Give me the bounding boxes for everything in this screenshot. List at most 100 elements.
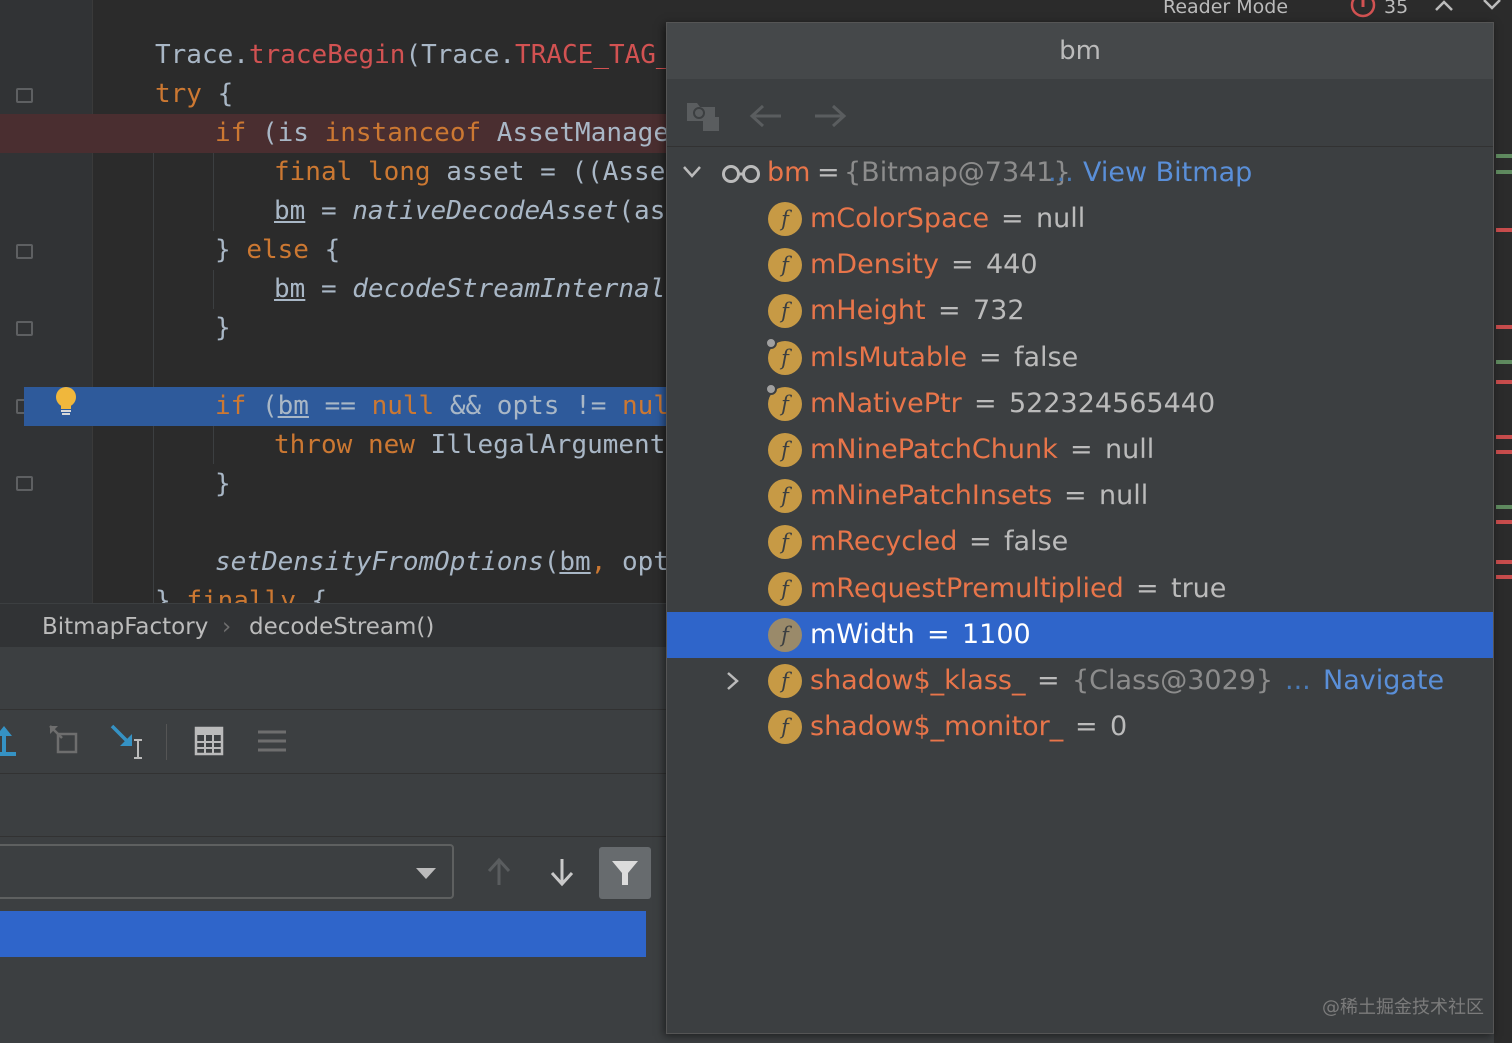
field-row[interactable]: f mNativePtr = 522324565440 [667,381,1493,427]
code-token: nativeDecodeAsset [352,196,619,226]
trace-stream-icon[interactable] [256,726,288,756]
chevron-up-icon[interactable] [1434,0,1454,12]
debug-sub-header [0,774,666,837]
chevron-down-icon[interactable] [1482,0,1502,12]
field-equals: = [1001,203,1024,234]
code-token: , [590,547,623,577]
field-value: 522324565440 [1009,387,1216,419]
field-row[interactable]: f shadow$_klass_ = {Class@3029}... Navigate [667,658,1493,704]
navigate-link[interactable]: Navigate [1323,658,1444,704]
final-marker-icon [765,382,777,395]
code-token: && opts != [434,391,623,421]
field-row[interactable]: f mNinePatchInsets = null [667,473,1493,519]
code-text: } finally { [155,582,327,603]
watermark: @稀土掘金技术社区 [1322,997,1484,1018]
popup-title[interactable]: bm [667,23,1493,79]
watch-glasses-icon [722,165,760,183]
field-name: mWidth [810,618,915,650]
code-token: } [215,469,231,499]
code-text: setDensityFromOptions(bm, opts) [215,543,700,582]
field-equals: = [1037,665,1060,696]
code-token: bm [274,274,306,304]
arrow-up-icon[interactable] [486,857,512,887]
field-row[interactable]: f mHeight = 732 [667,288,1493,334]
code-token: null [371,391,435,421]
breadcrumb-class[interactable]: BitmapFactory [42,614,208,640]
code-text: if (bm == null && opts != null [215,387,685,426]
code-text: bm = decodeStreamInternal(i [274,270,697,309]
variable-inspector-popup[interactable]: bm bm = {Bitmap@7341} ... View Bitmap f … [666,22,1494,1034]
field-row[interactable]: f mWidth = 1100 [667,611,1493,658]
field-row[interactable]: f mDensity = 440 [667,242,1493,288]
tree-root-row[interactable]: bm = {Bitmap@7341} ... View Bitmap [667,150,1493,196]
field-name: mRequestPremultiplied [810,572,1124,604]
step-out-icon[interactable] [0,724,20,760]
field-icon: f [768,294,802,329]
lightbulb-icon[interactable] [55,386,77,416]
field-icon: f [768,664,802,698]
field-row[interactable]: f mRecycled = false [667,519,1493,565]
forward-arrow-icon[interactable] [813,103,847,129]
code-token: == [308,391,372,421]
field-icon: f [768,433,802,467]
field-name: shadow$_monitor_ [810,711,1064,743]
field-equals: = [951,249,974,281]
selected-frame-row[interactable] [0,911,646,957]
code-token: new [367,430,415,460]
field-row[interactable]: f shadow$_monitor_ = 0 [667,704,1493,750]
field-row[interactable]: f mColorSpace = null [667,196,1493,242]
code-token: decodeStreamInternal [352,274,666,304]
root-variable-name: bm [767,157,811,188]
field-name: mNativePtr [810,387,962,419]
field-row[interactable]: f mNinePatchChunk = null [667,427,1493,473]
code-token: IllegalArgumentEx [414,430,697,460]
frames-list[interactable] [0,905,646,1043]
chevron-down-icon[interactable] [681,164,703,180]
chevron-right-icon[interactable] [725,670,741,692]
breadcrumb-method[interactable]: decodeStream() [249,614,434,640]
error-icon[interactable] [1350,0,1376,18]
error-stripe[interactable] [1494,22,1512,1043]
field-value: null [1036,203,1086,234]
field-row[interactable]: f mIsMutable = false [667,335,1493,381]
field-equals: = [979,341,1002,373]
field-name: mIsMutable [810,341,968,373]
filter-button[interactable] [599,847,651,899]
code-token: bm [559,547,591,577]
evaluate-expression-icon[interactable] [194,726,224,756]
field-name: mColorSpace [810,203,990,234]
drop-frame-icon[interactable] [48,724,82,758]
field-value: null [1099,480,1149,512]
code-text: if (is instanceof AssetManager. [215,114,700,153]
view-bitmap-link[interactable]: View Bitmap [1083,150,1252,196]
arrow-down-icon[interactable] [549,857,575,887]
code-token: try [155,79,202,109]
code-token: bm [277,391,309,421]
back-arrow-icon[interactable] [749,103,783,129]
code-token: } [215,313,231,343]
code-token: } [155,586,187,603]
code-token: if [215,118,247,148]
reader-mode-link[interactable]: Reader Mode [1163,0,1288,18]
code-token: (is [246,118,325,148]
field-equals: = [974,387,997,419]
root-variable-value: {Bitmap@7341} [844,157,1071,188]
field-ellipsis: ... [1285,665,1311,696]
thread-selector[interactable] [0,844,454,899]
field-equals: = [1064,480,1087,512]
field-value: 732 [973,295,1025,327]
field-name: mNinePatchChunk [810,434,1058,465]
dropdown-arrow-icon[interactable] [416,868,436,879]
show-in-variables-icon[interactable] [685,99,721,133]
field-equals: = [938,295,961,327]
field-value: 0 [1110,711,1128,743]
code-token: else [246,235,309,265]
root-ellipsis: ... [1048,157,1074,188]
run-to-cursor-icon[interactable] [110,724,146,760]
field-equals: = [1075,711,1098,743]
field-icon: f [768,202,802,236]
field-row[interactable]: f mRequestPremultiplied = true [667,566,1493,612]
field-value: true [1171,572,1227,604]
code-token: finally [186,586,296,603]
